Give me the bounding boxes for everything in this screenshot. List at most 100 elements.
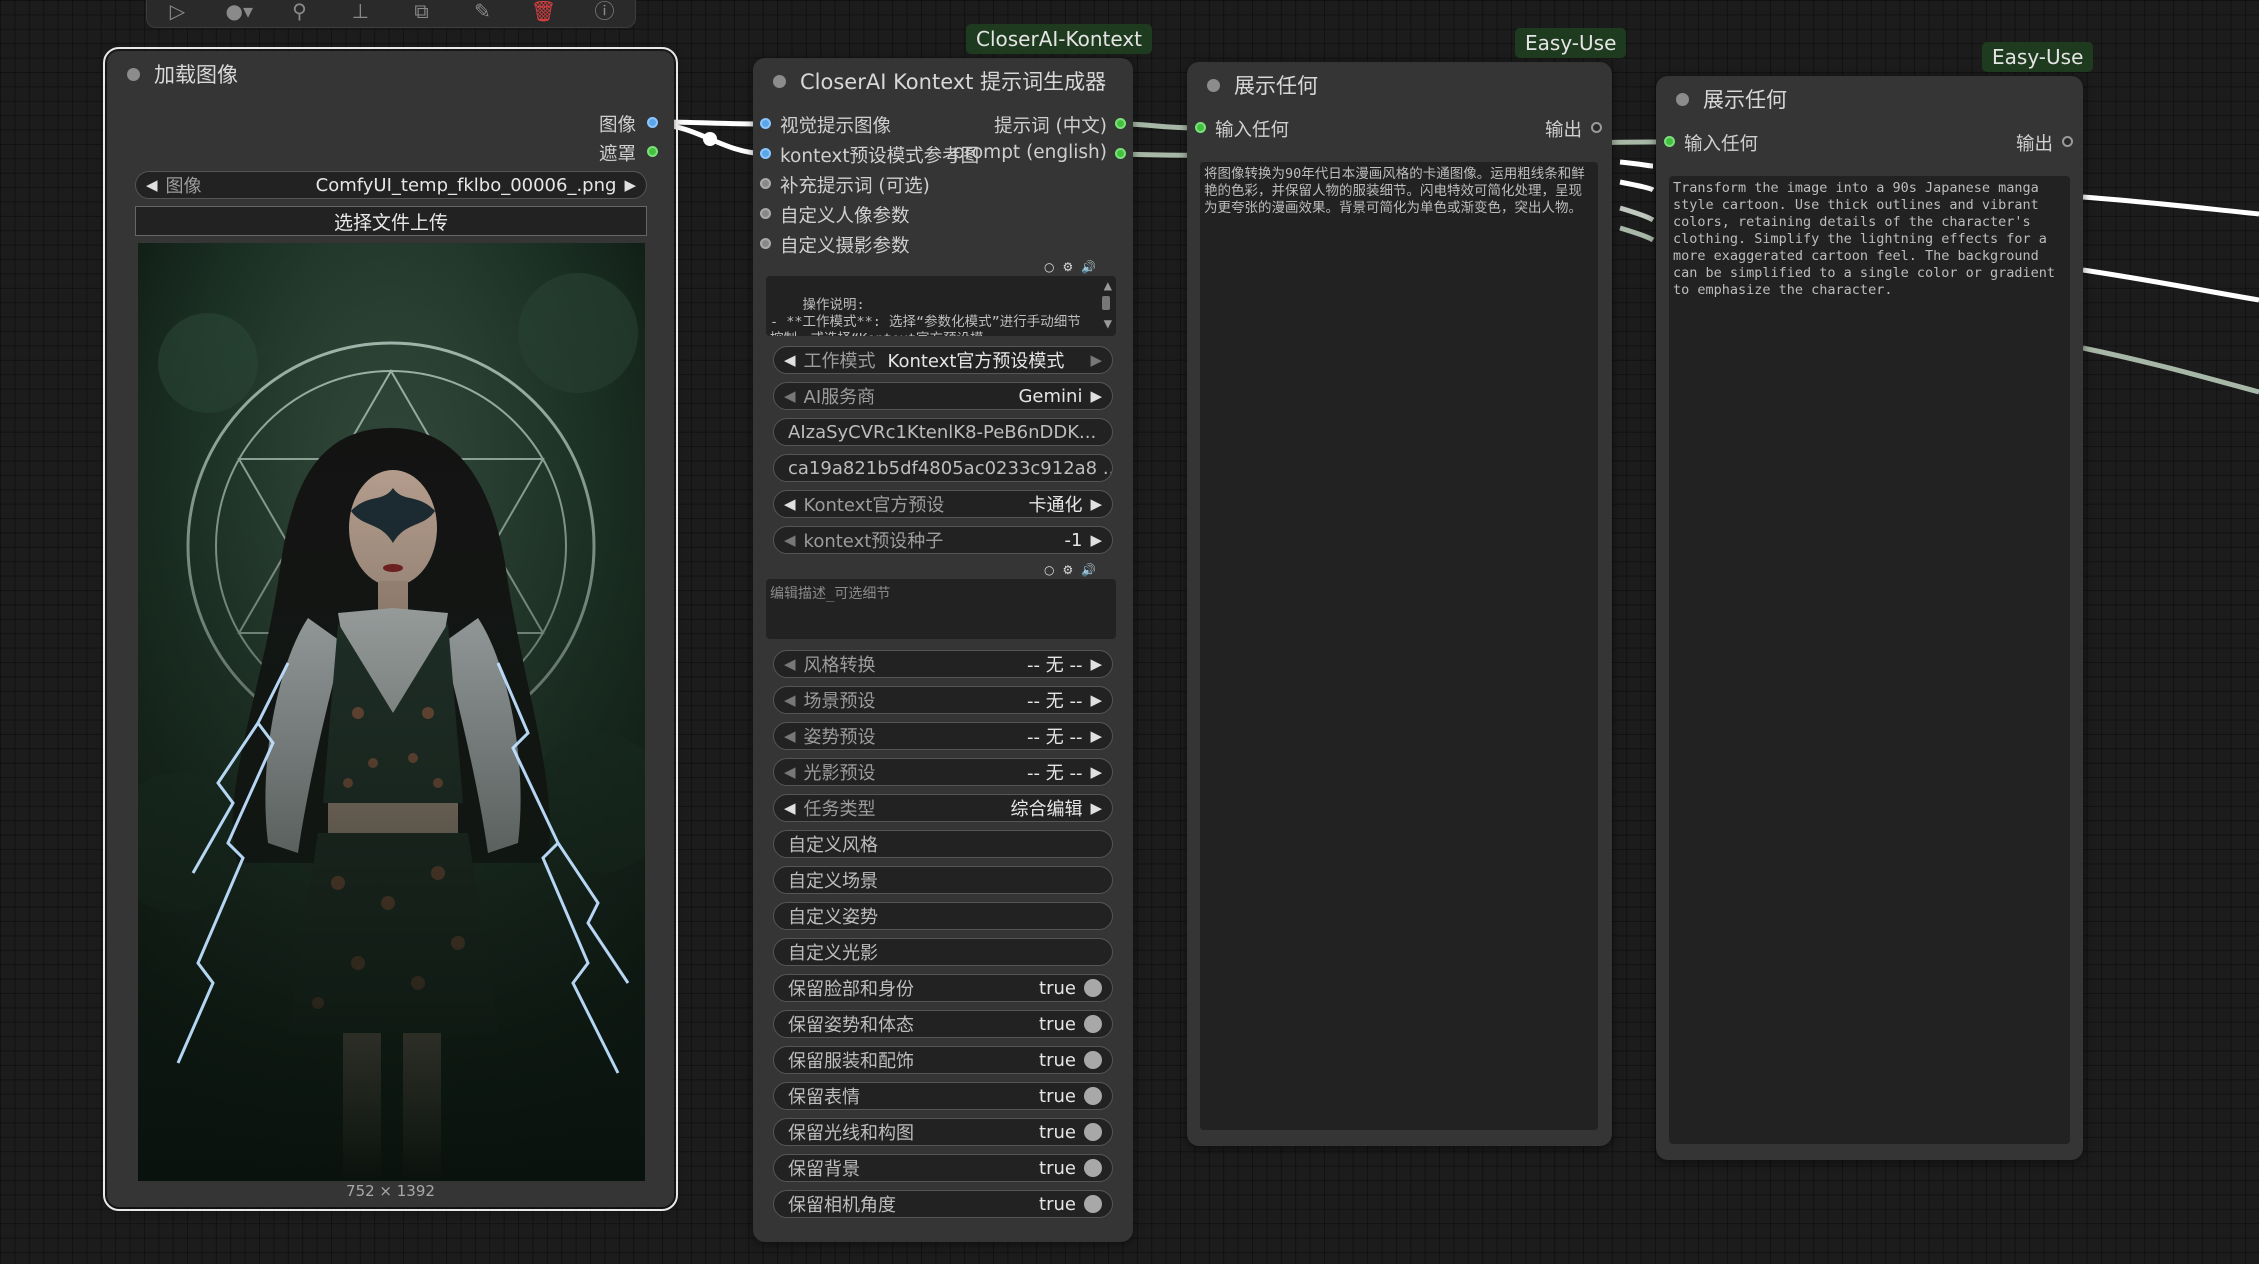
next-arrow-icon[interactable]: ▶ (1090, 495, 1102, 513)
api-key-field[interactable]: AIzaSyCVRc1KtenlK8-PeB6nDDK... (773, 418, 1113, 446)
toggle-knob[interactable] (1084, 1087, 1102, 1105)
token-field[interactable]: ca19a821b5df4805ac0233c912a8 ... (773, 454, 1113, 482)
input-slot-photo[interactable] (760, 238, 771, 249)
prev-arrow-icon[interactable]: ◀ (146, 176, 158, 194)
lighting-preset-combo[interactable]: ◀ 光影预设 -- 无 -- ▶ (773, 758, 1113, 786)
toggle-label: 保留脸部和身份 (788, 979, 914, 1000)
prev-arrow-icon[interactable]: ◀ (784, 531, 796, 549)
work-mode-combo[interactable]: ◀ 工作模式 Kontext官方预设模式 ▶ (773, 346, 1113, 374)
upload-button[interactable]: 选择文件上传 (135, 206, 647, 236)
next-arrow-icon[interactable]: ▶ (1090, 387, 1102, 405)
toggle-keep-lighting[interactable]: 保留光线和构图 true (773, 1118, 1113, 1146)
gear-icon[interactable]: ⚙ (1062, 563, 1073, 577)
instructions-textarea[interactable]: 操作说明: - **工作模式**: 选择“参数化模式”进行手动细节控制，或选择“… (766, 276, 1116, 336)
toggle-keep-face[interactable]: 保留脸部和身份 true (773, 974, 1113, 1002)
kontext-seed-number[interactable]: ◀ kontext预设种子 -1 ▶ (773, 526, 1113, 554)
circle-icon[interactable]: ○ (1044, 260, 1054, 274)
record-icon[interactable]: ●▾ (226, 0, 254, 22)
output-slot-cn[interactable] (1115, 118, 1126, 129)
collapse-toggle[interactable] (1207, 78, 1220, 92)
prev-arrow-icon[interactable]: ◀ (784, 495, 796, 513)
next-arrow-icon[interactable]: ▶ (1090, 799, 1102, 817)
wand-icon[interactable]: ⚲ (287, 0, 313, 22)
prev-arrow-icon[interactable]: ◀ (784, 691, 796, 709)
input-slot-reference[interactable] (760, 148, 771, 159)
edit-description-textarea[interactable]: 编辑描述_可选细节 (766, 579, 1116, 639)
prev-arrow-icon[interactable]: ◀ (784, 387, 796, 405)
circle-icon[interactable]: ○ (1044, 563, 1054, 577)
output-mask-slot[interactable] (647, 146, 658, 157)
custom-scene-field[interactable]: 自定义场景 (773, 866, 1113, 894)
display-text-area[interactable]: Transform the image into a 90s Japanese … (1669, 176, 2070, 1144)
next-arrow-icon[interactable]: ▶ (1090, 351, 1102, 369)
kontext-preset-combo[interactable]: ◀ Kontext官方预设 卡通化 ▶ (773, 490, 1113, 518)
wire-right-1 (2082, 194, 2259, 217)
image-select-combo[interactable]: ◀ 图像 ComfyUI_temp_fklbo_00006_.png ▶ (135, 171, 647, 199)
next-arrow-icon[interactable]: ▶ (1090, 763, 1102, 781)
scroll-thumb[interactable] (1102, 296, 1110, 310)
collapse-toggle[interactable] (127, 67, 140, 81)
toggle-knob[interactable] (1084, 1123, 1102, 1141)
output-slot[interactable] (2062, 136, 2073, 147)
prev-arrow-icon[interactable]: ◀ (784, 727, 796, 745)
pose-preset-combo[interactable]: ◀ 姿势预设 -- 无 -- ▶ (773, 722, 1113, 750)
export-icon[interactable]: ⧉ (409, 0, 435, 22)
input-slot-vision[interactable] (760, 118, 771, 129)
show-any-node-1[interactable]: 展示任何 输入任何 输出 将图像转换为90年代日本漫画风格的卡通图像。运用粗线条… (1187, 62, 1612, 1146)
toggle-knob[interactable] (1084, 1195, 1102, 1213)
node-header[interactable]: 加载图像 (107, 51, 674, 97)
next-arrow-icon[interactable]: ▶ (624, 176, 636, 194)
custom-lighting-field[interactable]: 自定义光影 (773, 938, 1113, 966)
display-text-area[interactable]: 将图像转换为90年代日本漫画风格的卡通图像。运用粗线条和鲜艳的色彩，并保留人物的… (1200, 162, 1598, 1130)
next-arrow-icon[interactable]: ▶ (1090, 531, 1102, 549)
prev-arrow-icon[interactable]: ◀ (784, 763, 796, 781)
node-header[interactable]: 展示任何 (1656, 76, 2083, 122)
input-slot-any[interactable] (1195, 122, 1206, 133)
pencil-icon[interactable]: ✎ (470, 0, 496, 22)
output-slot[interactable] (1591, 122, 1602, 133)
speaker-icon[interactable]: 🔊 (1081, 260, 1096, 274)
custom-pose-field[interactable]: 自定义姿势 (773, 902, 1113, 930)
next-arrow-icon[interactable]: ▶ (1090, 691, 1102, 709)
output-image-slot[interactable] (647, 117, 658, 128)
input-slot-portrait[interactable] (760, 208, 771, 219)
scroll-up-icon[interactable]: ▲ (1104, 278, 1112, 295)
prev-arrow-icon[interactable]: ◀ (784, 655, 796, 673)
collapse-toggle[interactable] (773, 74, 786, 88)
toggle-keep-camera[interactable]: 保留相机角度 true (773, 1190, 1113, 1218)
ai-provider-combo[interactable]: ◀ AI服务商 Gemini ▶ (773, 382, 1113, 410)
toggle-keep-pose[interactable]: 保留姿势和体态 true (773, 1010, 1113, 1038)
toggle-keep-expression[interactable]: 保留表情 true (773, 1082, 1113, 1110)
input-slot-extra-prompt[interactable] (760, 178, 771, 189)
speaker-icon[interactable]: 🔊 (1081, 563, 1096, 577)
toggle-knob[interactable] (1084, 1015, 1102, 1033)
pin-icon[interactable]: ⊥ (348, 0, 374, 22)
trash-icon[interactable]: 🗑 (531, 0, 557, 22)
input-slot-any[interactable] (1664, 136, 1675, 147)
next-arrow-icon[interactable]: ▶ (1090, 655, 1102, 673)
toggle-keep-clothing[interactable]: 保留服装和配饰 true (773, 1046, 1113, 1074)
prev-arrow-icon[interactable]: ◀ (784, 351, 796, 369)
node-header[interactable]: 展示任何 (1187, 62, 1612, 108)
collapse-toggle[interactable] (1676, 92, 1689, 106)
scene-preset-combo[interactable]: ◀ 场景预设 -- 无 -- ▶ (773, 686, 1113, 714)
gear-icon[interactable]: ⚙ (1062, 260, 1073, 274)
wire-reroute-dot[interactable] (703, 132, 717, 146)
play-icon[interactable]: ▷ (165, 0, 191, 22)
node-header[interactable]: CloserAI Kontext 提示词生成器 (753, 58, 1133, 104)
next-arrow-icon[interactable]: ▶ (1090, 727, 1102, 745)
custom-style-field[interactable]: 自定义风格 (773, 830, 1113, 858)
toggle-knob[interactable] (1084, 1051, 1102, 1069)
load-image-node[interactable]: 加载图像 图像 遮罩 ◀ 图像 ComfyUI_temp_fklbo_00006… (103, 47, 678, 1211)
toggle-knob[interactable] (1084, 979, 1102, 997)
task-type-combo[interactable]: ◀ 任务类型 综合编辑 ▶ (773, 794, 1113, 822)
style-transfer-combo[interactable]: ◀ 风格转换 -- 无 -- ▶ (773, 650, 1113, 678)
output-slot-en[interactable] (1115, 148, 1126, 159)
toggle-keep-background[interactable]: 保留背景 true (773, 1154, 1113, 1182)
help-icon[interactable]: ⓘ (592, 0, 618, 22)
scroll-down-icon[interactable]: ▼ (1104, 316, 1112, 333)
kontext-prompt-node[interactable]: CloserAI Kontext 提示词生成器 视觉提示图像 kontext预设… (753, 58, 1133, 1242)
show-any-node-2[interactable]: 展示任何 输入任何 输出 Transform the image into a … (1656, 76, 2083, 1160)
toggle-knob[interactable] (1084, 1159, 1102, 1177)
prev-arrow-icon[interactable]: ◀ (784, 799, 796, 817)
